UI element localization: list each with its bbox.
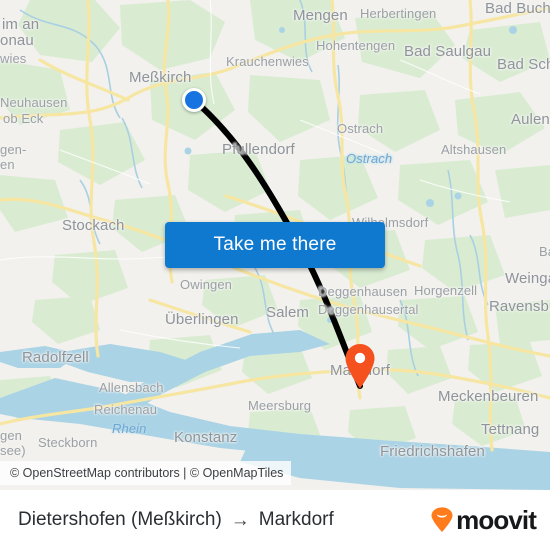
destination-marker[interactable] [344, 343, 376, 389]
footer-bar: Dietershofen (Meßkirch) → Markdorf moovi… [0, 490, 550, 550]
moovit-pin-icon [431, 507, 453, 532]
arrow-right-icon: → [230, 509, 250, 531]
map-attribution[interactable]: © OpenStreetMap contributors | © OpenMap… [0, 461, 292, 485]
moovit-route-screenshot: im anonauMengenHerbertingenBad BuchauHoh… [0, 0, 550, 550]
take-me-there-label: Take me there [213, 234, 337, 255]
origin-marker[interactable] [182, 88, 206, 112]
moovit-wordmark: moovit [456, 505, 537, 535]
route-origin-label: Dietershofen (Meßkirch) [18, 509, 222, 530]
route-destination-label: Markdorf [258, 509, 334, 530]
route-title: Dietershofen (Meßkirch) → Markdorf [18, 509, 334, 531]
moovit-logo[interactable]: moovit [430, 505, 537, 535]
take-me-there-button[interactable]: Take me there [165, 222, 385, 268]
map-canvas[interactable]: im anonauMengenHerbertingenBad BuchauHoh… [0, 0, 550, 490]
